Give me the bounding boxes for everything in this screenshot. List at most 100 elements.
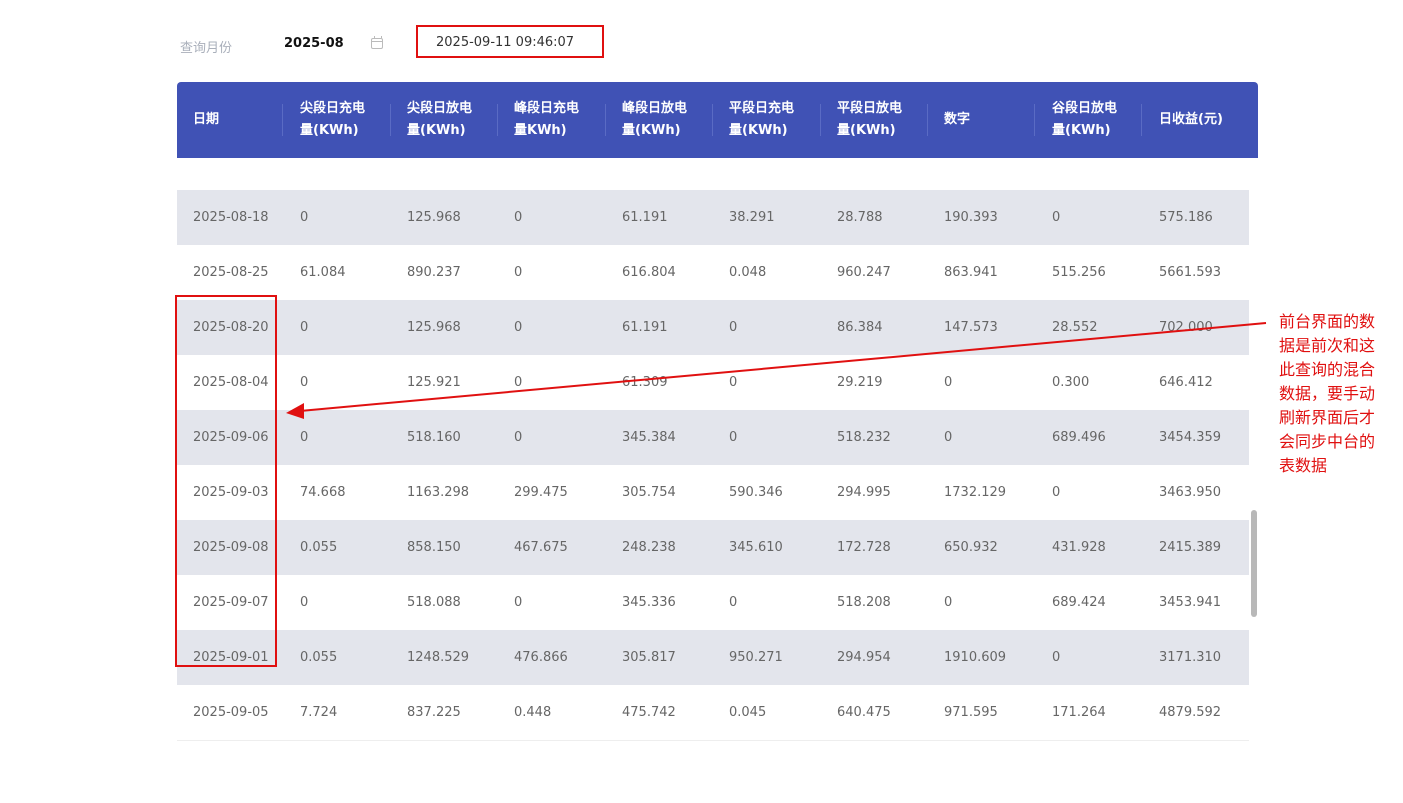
query-month-value[interactable]: 2025-08: [284, 36, 344, 51]
table-cell: 1732.129: [944, 485, 1007, 500]
column-header-label: 谷段日放电: [1052, 101, 1118, 116]
table-cell: 0: [300, 595, 309, 610]
table-cell: 431.928: [1052, 540, 1106, 555]
table-cell: 3453.941: [1159, 595, 1222, 610]
table-cell: 2415.389: [1159, 540, 1222, 555]
table-cell: 3463.950: [1159, 485, 1222, 500]
table-cell: 0: [300, 320, 309, 335]
table-cell: 1163.298: [407, 485, 470, 500]
column-separator: [497, 104, 498, 136]
table-cell: 0.300: [1052, 375, 1090, 390]
table-cell: 61.084: [300, 265, 346, 280]
table-cell: 0.448: [514, 705, 552, 720]
table-cell: 0: [300, 375, 309, 390]
table-row[interactable]: 2025-08-25 61.084 890.237 0 616.804 0.048 960.…: [177, 245, 1249, 300]
table-cell: 147.573: [944, 320, 998, 335]
annotation-line: 此查询的混合: [1279, 360, 1376, 379]
table-cell: 689.424: [1052, 595, 1106, 610]
column-header-label: 量(KWh): [1052, 123, 1111, 138]
table-row[interactable]: 2025-09-07 0 518.088 0 345.336 0 518.208 0 689.4…: [177, 575, 1249, 630]
table-cell: 863.941: [944, 265, 998, 280]
table-row[interactable]: 2025-08-20 0 125.968 0 61.191 0 86.384 147.573 2…: [177, 300, 1249, 355]
table-cell: 689.496: [1052, 430, 1106, 445]
table-cell: 61.309: [622, 375, 668, 390]
table-bottom-border: [177, 740, 1249, 741]
table-cell: 190.393: [944, 210, 998, 225]
table-cell: 305.817: [622, 650, 676, 665]
table-cell: 0: [300, 430, 309, 445]
table-cell: 616.804: [622, 265, 676, 280]
table-cell: 890.237: [407, 265, 461, 280]
scrollbar-thumb[interactable]: [1251, 510, 1257, 617]
column-header-label: 峰段日放电: [622, 101, 688, 116]
query-month-label: 查询月份: [180, 41, 233, 56]
column-header: 平段日充电量(KWh): [729, 82, 794, 158]
column-header-label: 量(KWh): [729, 123, 788, 138]
column-header: 平段日放电量(KWh): [837, 82, 902, 158]
column-header-label: 平段日放电: [837, 101, 903, 116]
column-header-label: 数字: [944, 112, 971, 127]
table-cell: 518.088: [407, 595, 461, 610]
table-cell: 971.595: [944, 705, 998, 720]
table-cell: 172.728: [837, 540, 891, 555]
column-separator: [712, 104, 713, 136]
table-cell: 0.045: [729, 705, 767, 720]
table-cell: 28.552: [1052, 320, 1098, 335]
table-row[interactable]: 2025-09-05 7.724 837.225 0.448 475.742 0.045 6…: [177, 685, 1249, 740]
scrollbar-track[interactable]: [1249, 158, 1258, 741]
column-header-label: 峰段日充电: [514, 101, 580, 116]
column-header-label: 量(KWh): [622, 123, 681, 138]
column-header-label: 平段日充电: [729, 101, 795, 116]
table-row[interactable]: 2025-09-08 0.055 858.150 467.675 248.238 345.…: [177, 520, 1249, 575]
column-header-label: 尖段日充电: [300, 101, 366, 116]
column-header-label: 量(KWh): [837, 123, 896, 138]
table-cell: 518.232: [837, 430, 891, 445]
table-cell: 248.238: [622, 540, 676, 555]
table-cell: 294.995: [837, 485, 891, 500]
table-cell: 4879.592: [1159, 705, 1222, 720]
table-cell: 1910.609: [944, 650, 1007, 665]
date-cell: 2025-08-18: [193, 210, 269, 225]
column-separator: [1034, 104, 1035, 136]
table-cell: 518.208: [837, 595, 891, 610]
table-cell: 0: [1052, 210, 1061, 225]
table-cell: 858.150: [407, 540, 461, 555]
column-separator: [605, 104, 606, 136]
column-separator: [1141, 104, 1142, 136]
table-cell: 125.921: [407, 375, 461, 390]
column-header-label: 量(KWh): [300, 123, 359, 138]
query-timestamp: 2025-09-11 09:46:07: [436, 35, 575, 50]
table-cell: 0: [514, 375, 523, 390]
annotation-line: 会同步中台的: [1279, 432, 1376, 451]
table-cell: 125.968: [407, 320, 461, 335]
table-cell: 0.048: [729, 265, 767, 280]
table-cell: 7.724: [300, 705, 338, 720]
column-separator: [927, 104, 928, 136]
table-cell: 0: [514, 595, 523, 610]
calendar-icon[interactable]: [371, 36, 383, 49]
table-cell: 0: [944, 430, 953, 445]
table-cell: 345.336: [622, 595, 676, 610]
table-cell: 29.219: [837, 375, 883, 390]
table-row[interactable]: 2025-09-03 74.668 1163.298 299.475 305.754 59…: [177, 465, 1249, 520]
table-cell: 0.055: [300, 540, 338, 555]
table-row[interactable]: 2025-09-01 0.055 1248.529 476.866 305.817 950…: [177, 630, 1249, 685]
table-cell: 467.675: [514, 540, 568, 555]
date-cell: 2025-09-05: [193, 705, 269, 720]
table-cell: 28.788: [837, 210, 883, 225]
table-cell: 0: [729, 430, 738, 445]
table-cell: 0: [944, 595, 953, 610]
table-cell: 294.954: [837, 650, 891, 665]
annotation-line: 数据，要手动: [1279, 384, 1376, 403]
column-header-label: 日收益(元): [1159, 112, 1223, 127]
table-cell: 0.055: [300, 650, 338, 665]
column-separator: [282, 104, 283, 136]
table-row[interactable]: 2025-09-06 0 518.160 0 345.384 0 518.232 0 689.4…: [177, 410, 1249, 465]
table-cell: 0: [729, 595, 738, 610]
table-row[interactable]: 2025-08-18 0 125.968 0 61.191 38.291 28.788 190…: [177, 190, 1249, 245]
date-cell: 2025-08-25: [193, 265, 269, 280]
table-cell: 590.346: [729, 485, 783, 500]
table-cell: 171.264: [1052, 705, 1106, 720]
table-row[interactable]: 2025-08-04 0 125.921 0 61.309 0 29.219 0 0.300 64…: [177, 355, 1249, 410]
column-separator: [390, 104, 391, 136]
